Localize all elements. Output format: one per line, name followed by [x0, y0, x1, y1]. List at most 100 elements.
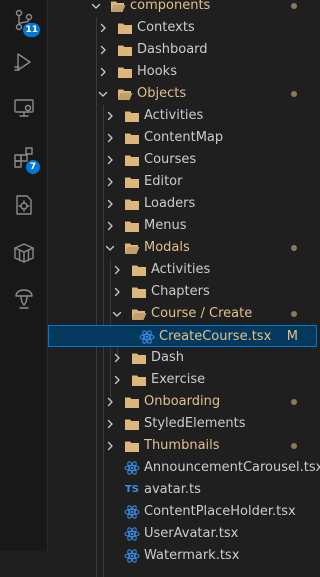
notification-badge: 11	[23, 23, 40, 37]
tree-item-label: Menus	[144, 218, 187, 233]
tree-folder-row[interactable]: Course / Create	[48, 303, 317, 325]
tree-item-label: Onboarding	[144, 394, 221, 409]
tree-item-label: ContentMap	[144, 130, 224, 145]
chevron-right-icon[interactable]	[111, 374, 123, 386]
folder-icon	[124, 197, 140, 211]
chevron-right-icon[interactable]	[104, 110, 116, 122]
folder-icon	[131, 263, 147, 277]
tree-folder-row[interactable]: Activities	[48, 105, 317, 127]
testing-view-button[interactable]	[0, 185, 48, 229]
chevron-right-icon[interactable]	[104, 220, 116, 232]
tree-folder-row[interactable]: Dashboard	[48, 39, 317, 61]
folder-open-icon	[117, 87, 133, 101]
tree-folder-row[interactable]: Exercise	[48, 369, 317, 391]
tree-folder-row[interactable]: Hooks	[48, 61, 317, 83]
chevron-right-icon[interactable]	[97, 66, 109, 78]
chevron-right-icon[interactable]	[104, 418, 116, 430]
chevron-down-icon[interactable]	[90, 0, 102, 12]
typescript-icon: TS	[124, 484, 140, 495]
chevron-right-icon[interactable]	[104, 176, 116, 188]
tree-folder-row[interactable]: Courses	[48, 149, 317, 171]
tree-item-label: ContentPlaceHolder.tsx	[144, 504, 296, 519]
containers-icon	[12, 241, 36, 269]
tree-item-label: Thumbnails	[144, 438, 220, 453]
tree-folder-row[interactable]: Activities	[48, 259, 317, 281]
tree-file-row[interactable]: UserAvatar.tsx	[48, 523, 317, 545]
tree-item-label: Editor	[144, 174, 183, 189]
tree-item-label: Courses	[144, 152, 197, 167]
chevron-down-icon[interactable]	[104, 242, 116, 254]
remote-explorer-view-button[interactable]	[0, 88, 48, 132]
folder-icon	[124, 395, 140, 409]
chevron-right-icon[interactable]	[104, 440, 116, 452]
folder-open-icon	[124, 241, 140, 255]
tree-item-label: Dashboard	[137, 42, 208, 57]
tree-item-label: Chapters	[151, 284, 210, 299]
folder-hooks-icon	[117, 65, 133, 79]
chevron-right-icon[interactable]	[104, 396, 116, 408]
tree-item-label: Dash	[151, 350, 184, 365]
tree-item-label: Exercise	[151, 372, 206, 387]
tree-folder-row[interactable]: Editor	[48, 171, 317, 193]
tree-folder-row[interactable]: Objects	[48, 83, 317, 105]
git-modified-dot	[291, 311, 297, 317]
chevron-right-icon[interactable]	[97, 22, 109, 34]
tree-item-label: CreateCourse.tsx	[159, 329, 272, 344]
chevron-right-icon[interactable]	[104, 132, 116, 144]
accounts-hat-view-button[interactable]	[0, 279, 48, 323]
chevron-right-icon[interactable]	[111, 286, 123, 298]
tree-folder-row[interactable]: StyledElements	[48, 413, 317, 435]
run-debug-view-button[interactable]	[0, 42, 48, 86]
tree-file-row[interactable]: CreateCourse.tsx M	[48, 325, 317, 347]
folder-icon	[124, 109, 140, 123]
tree-item-label: Contexts	[137, 20, 195, 35]
tree-item-label: components	[130, 0, 211, 13]
folder-icon	[117, 43, 133, 57]
tree-folder-row[interactable]: Contexts	[48, 17, 317, 39]
tree-folder-row[interactable]: Thumbnails	[48, 435, 317, 457]
containers-view-button[interactable]	[0, 233, 48, 277]
chevron-right-icon[interactable]	[111, 352, 123, 364]
extensions-view-button[interactable]: 7	[0, 137, 48, 181]
chevron-down-icon[interactable]	[97, 88, 109, 100]
tree-folder-row[interactable]: Modals	[48, 237, 317, 259]
folder-icon	[117, 21, 133, 35]
tree-folder-row[interactable]: Chapters	[48, 281, 317, 303]
chevron-right-icon[interactable]	[111, 264, 123, 276]
tree-folder-row[interactable]: Menus	[48, 215, 317, 237]
folder-icon	[131, 351, 147, 365]
tree-folder-row[interactable]: Onboarding	[48, 391, 317, 413]
react-icon	[139, 330, 155, 344]
git-modified-dot	[291, 245, 297, 251]
chevron-right-icon[interactable]	[104, 198, 116, 210]
react-icon	[124, 461, 140, 475]
tree-item-label: Watermark.tsx	[144, 548, 240, 563]
tree-folder-row[interactable]: Loaders	[48, 193, 317, 215]
source-control-view-button[interactable]: 11	[0, 0, 48, 44]
tree-file-row[interactable]: AnnouncementCarousel.tsx	[48, 457, 320, 479]
tree-file-row[interactable]: TS avatar.ts	[48, 479, 317, 501]
tree-file-row[interactable]: Watermark.tsx	[48, 545, 317, 567]
tree-folder-row[interactable]: components	[48, 0, 317, 17]
activity-bar: 11 7	[0, 0, 48, 551]
tree-item-label: StyledElements	[144, 416, 246, 431]
react-icon	[124, 505, 140, 519]
react-icon	[124, 549, 140, 563]
tree-folder-row[interactable]: ContentMap	[48, 127, 317, 149]
tree-folder-row[interactable]: Dash	[48, 347, 317, 369]
tree-item-label: Course / Create	[151, 306, 253, 321]
tree-item-label: AnnouncementCarousel.tsx	[144, 460, 320, 475]
git-status-badge: M	[286, 329, 298, 344]
git-modified-dot	[291, 3, 297, 9]
folder-icon	[131, 373, 147, 387]
folder-components-icon	[110, 0, 126, 13]
tree-file-row[interactable]: ContentPlaceHolder.tsx	[48, 501, 317, 523]
git-modified-dot	[291, 399, 297, 405]
chevron-right-icon[interactable]	[97, 44, 109, 56]
explorer-scrollbar[interactable]	[311, 0, 317, 551]
tree-item-label: Modals	[144, 240, 190, 255]
chevron-down-icon[interactable]	[111, 308, 123, 320]
testing-icon	[12, 193, 36, 221]
run-debug-icon	[12, 50, 36, 78]
chevron-right-icon[interactable]	[104, 154, 116, 166]
